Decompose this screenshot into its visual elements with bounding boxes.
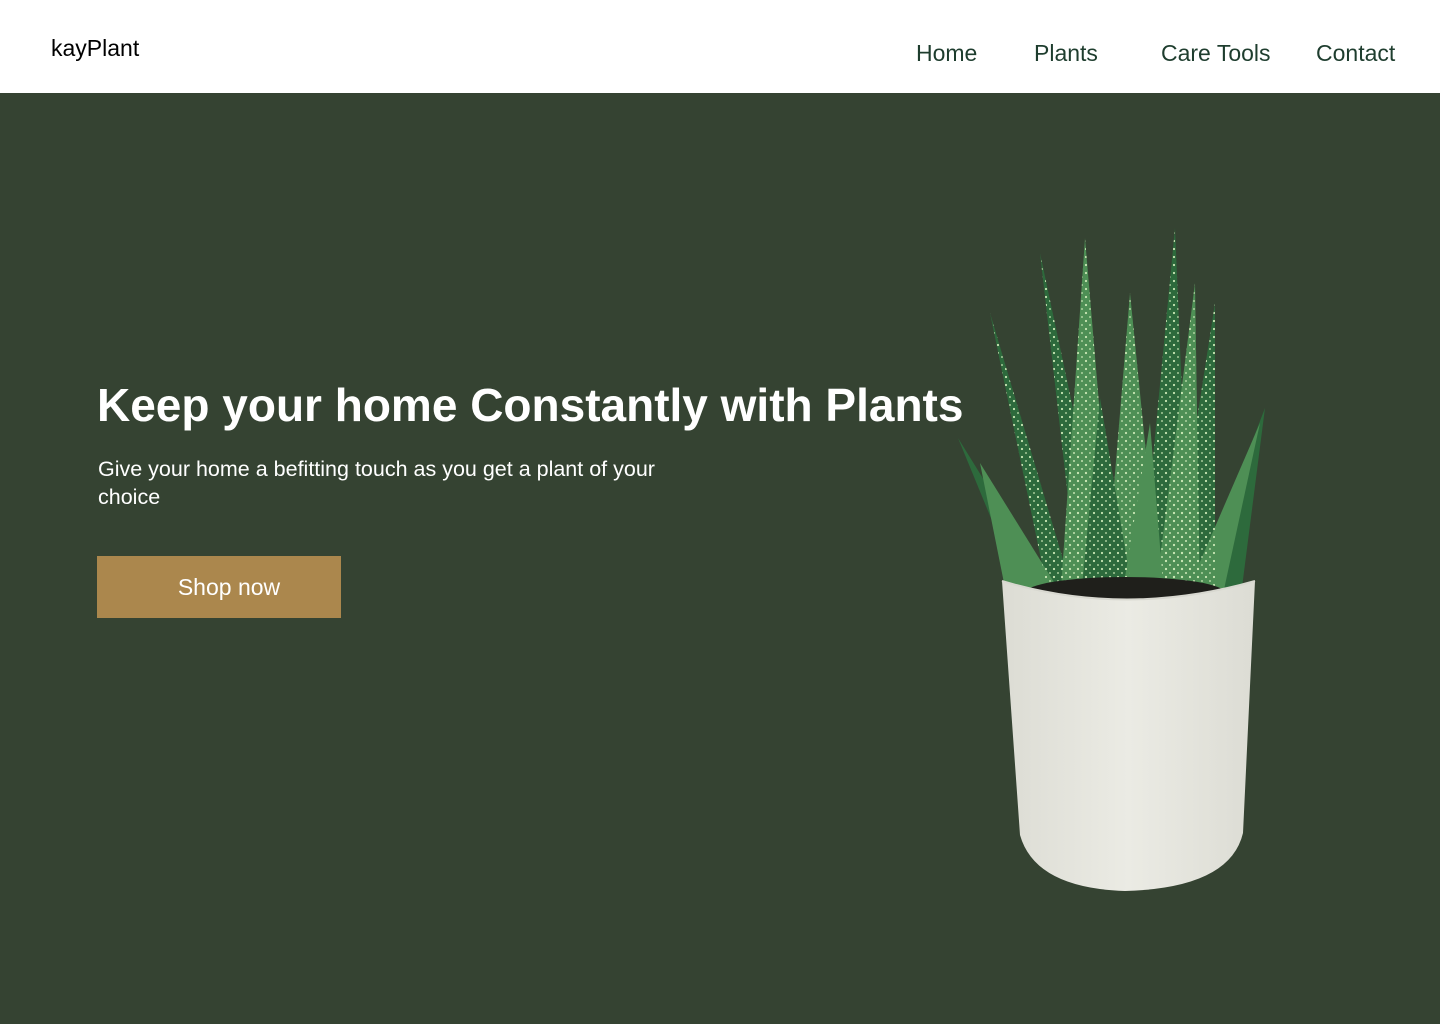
shop-now-button[interactable]: Shop now <box>97 556 341 618</box>
brand-logo[interactable]: kayPlant <box>51 33 139 63</box>
nav-link-plants[interactable]: Plants <box>1034 38 1098 68</box>
site-header: kayPlant Home Plants Care Tools Contact <box>0 0 1440 93</box>
potted-succulent-icon <box>958 228 1265 891</box>
hero-headline: Keep your home Constantly with Plants <box>97 379 964 431</box>
nav-link-home[interactable]: Home <box>916 38 977 68</box>
nav-link-care-tools[interactable]: Care Tools <box>1161 38 1271 68</box>
nav-link-contact[interactable]: Contact <box>1316 38 1395 68</box>
hero-subtext: Give your home a befitting touch as you … <box>98 457 655 509</box>
hero-section: Keep your home Constantly with Plants Gi… <box>0 93 1440 1024</box>
